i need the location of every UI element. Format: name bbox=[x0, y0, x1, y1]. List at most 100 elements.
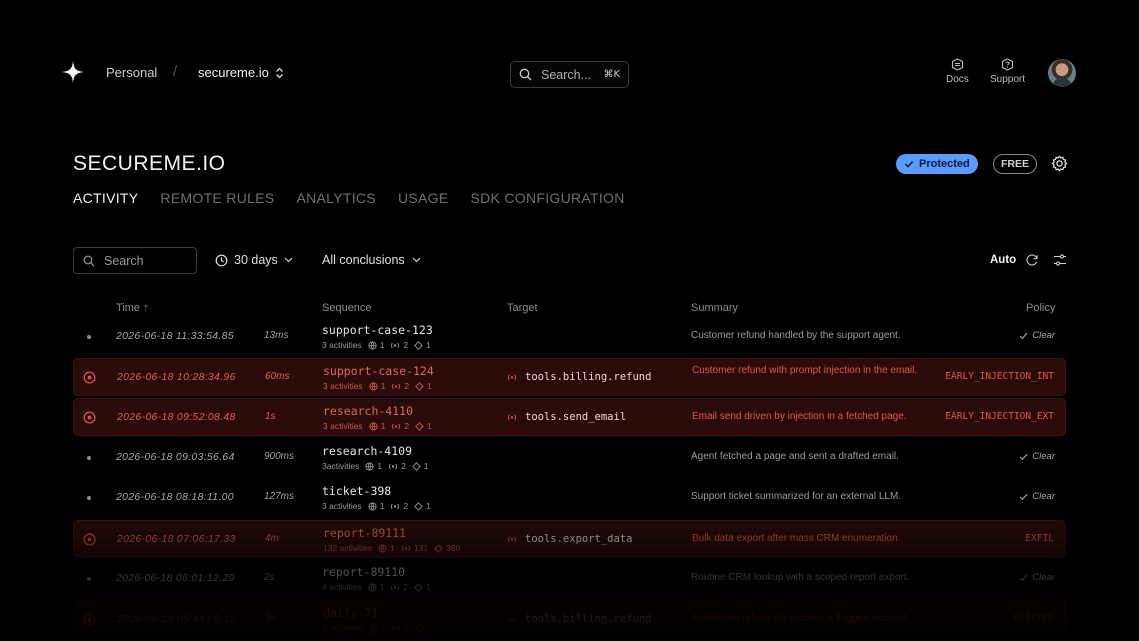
row-meta-globe: 1 bbox=[365, 461, 382, 471]
row-summary: Support ticket summarized for an externa… bbox=[691, 491, 902, 502]
row-meta-signal-count: 2 bbox=[404, 421, 410, 431]
tab-usage[interactable]: USAGE bbox=[398, 190, 449, 206]
sliders-icon[interactable] bbox=[1053, 253, 1067, 267]
activity-search-input[interactable]: Search bbox=[73, 247, 197, 274]
row-sequence[interactable]: report-89111 bbox=[323, 526, 406, 540]
refresh-icon bbox=[1026, 254, 1038, 266]
row-policy-label: Clear bbox=[1032, 572, 1055, 583]
column-policy: Policy bbox=[1026, 302, 1056, 314]
row-time: 2026-06-18 08:18:11.00 bbox=[116, 491, 234, 503]
row-sequence[interactable]: support-case-124 bbox=[323, 364, 434, 378]
table-row[interactable]: 2026-06-18 07:06:17.33 4m report-89111 132 … bbox=[73, 520, 1066, 558]
table-row[interactable]: 2026-06-18 09:52:08.48 1s research-4110 3 a… bbox=[73, 398, 1066, 436]
alert-circle-icon bbox=[83, 613, 96, 626]
chevron-down-icon bbox=[412, 257, 421, 263]
row-time: 2026-06-18 09:52:08.48 bbox=[117, 411, 236, 423]
row-summary: Scheduled refund job touched a flagged a… bbox=[692, 613, 910, 624]
row-target-label: tools.billing.refund bbox=[525, 613, 652, 625]
row-sequence[interactable]: report-89110 bbox=[322, 565, 405, 579]
project-tabs: ACTIVITY REMOTE RULES ANALYTICS USAGE SD… bbox=[73, 190, 647, 206]
row-meta: 3 activities 1 2 1 bbox=[322, 340, 431, 350]
tab-sdk-configuration[interactable]: SDK CONFIGURATION bbox=[470, 190, 624, 206]
row-duration: 60ms bbox=[265, 371, 290, 382]
row-meta-signal-count: 131 bbox=[413, 543, 429, 553]
table-row[interactable]: 2026-06-18 09:03:56.64 900ms research-4109… bbox=[73, 439, 1066, 477]
conclusions-dropdown[interactable]: All conclusions bbox=[322, 253, 421, 267]
table-row[interactable]: 2026-06-18 06:01:12.29 2s report-89110 4 ac… bbox=[73, 560, 1066, 598]
row-meta-signal: 2 bbox=[391, 381, 409, 391]
row-time: 2026-06-18 10:28:34.96 bbox=[117, 371, 236, 383]
tab-analytics[interactable]: ANALYTICS bbox=[296, 190, 375, 206]
check-icon bbox=[904, 160, 914, 168]
auto-refresh-toggle[interactable]: Auto bbox=[990, 253, 1039, 267]
row-meta-signal-count: 2 bbox=[403, 501, 409, 511]
alert-circle-icon bbox=[83, 411, 96, 424]
row-meta-diamond: 1 bbox=[414, 582, 431, 592]
row-summary: Agent fetched a page and sent a drafted … bbox=[691, 451, 899, 462]
globe-icon bbox=[378, 543, 387, 553]
project-switcher[interactable]: secureme.io bbox=[198, 65, 284, 80]
column-time[interactable]: Time ↑ bbox=[116, 302, 149, 314]
table-row[interactable]: 2026-06-18 10:28:34.96 60ms support-case-1… bbox=[73, 358, 1066, 396]
status-dot bbox=[87, 335, 91, 339]
row-meta-diamond-count: 1 bbox=[427, 623, 432, 633]
row-meta-globe: 1 bbox=[369, 421, 385, 431]
status-dot bbox=[87, 496, 91, 500]
clock-icon bbox=[215, 254, 228, 266]
row-sequence[interactable]: ticket-398 bbox=[322, 484, 391, 498]
row-activities: 3 activities bbox=[323, 381, 363, 391]
row-target: tools.billing.refund bbox=[507, 371, 651, 383]
row-sequence[interactable]: daily-71 bbox=[323, 606, 378, 620]
table-row[interactable]: 2026-06-18 11:33:54.85 13ms support-case-1… bbox=[73, 318, 1066, 356]
project-switcher-label: secureme.io bbox=[198, 65, 269, 80]
breadcrumb-workspace[interactable]: Personal bbox=[106, 65, 157, 80]
row-activities: 132 activities bbox=[323, 543, 373, 553]
row-duration: 13ms bbox=[264, 330, 289, 341]
table-header: Time ↑ Sequence Target Summary Policy bbox=[0, 302, 1139, 316]
row-meta-globe-count: 1 bbox=[380, 623, 386, 633]
row-target: tools.export_data bbox=[507, 533, 632, 545]
row-sequence[interactable]: research-4109 bbox=[322, 444, 412, 458]
user-avatar[interactable] bbox=[1048, 59, 1076, 87]
help-icon bbox=[1001, 58, 1014, 71]
row-meta-globe: 1 bbox=[368, 340, 384, 350]
table-row[interactable]: 2026-06-18 08:18:11.00 127ms ticket-398 3 a… bbox=[73, 479, 1066, 517]
sparkle-logo-icon[interactable] bbox=[62, 61, 84, 83]
check-icon bbox=[1019, 493, 1028, 500]
protected-status-badge: Protected bbox=[896, 154, 978, 174]
row-meta-signal-count: 2 bbox=[403, 582, 409, 592]
row-meta-globe-count: 1 bbox=[379, 582, 385, 592]
row-sequence[interactable]: support-case-123 bbox=[322, 323, 433, 337]
globe-icon bbox=[369, 381, 378, 391]
signal-icon bbox=[390, 583, 400, 592]
row-sequence[interactable]: research-4110 bbox=[323, 404, 413, 418]
row-activities: 5 activities bbox=[323, 623, 363, 633]
tab-remote-rules[interactable]: REMOTE RULES bbox=[160, 190, 274, 206]
tab-activity[interactable]: ACTIVITY bbox=[73, 190, 138, 206]
gear-icon[interactable] bbox=[1051, 155, 1068, 172]
signal-icon bbox=[391, 382, 401, 391]
row-activities: 3activities bbox=[322, 461, 360, 471]
row-meta-signal-count: 2 bbox=[404, 623, 410, 633]
global-search-input[interactable]: Search... ⌘K bbox=[510, 61, 629, 88]
support-label: Support bbox=[990, 74, 1026, 85]
diamond-icon bbox=[414, 340, 423, 350]
table-row[interactable]: 2026-06-18 05:44:09.12 3s daily-71 5 activi… bbox=[73, 600, 1066, 638]
signal-icon bbox=[507, 413, 517, 422]
time-range-label: 30 days bbox=[234, 253, 278, 267]
docs-link[interactable]: Docs bbox=[946, 58, 969, 85]
row-meta-globe: 1 bbox=[378, 543, 395, 553]
row-target-label: tools.billing.refund bbox=[525, 371, 652, 383]
row-meta-signal: 2 bbox=[390, 501, 408, 511]
row-meta-globe-count: 1 bbox=[377, 461, 383, 471]
signal-icon bbox=[388, 462, 398, 471]
time-range-dropdown[interactable]: 30 days bbox=[215, 253, 293, 267]
docs-label: Docs bbox=[946, 74, 969, 85]
support-link[interactable]: Support bbox=[990, 58, 1025, 85]
row-meta-globe: 1 bbox=[369, 381, 385, 391]
status-dot bbox=[87, 456, 91, 460]
row-meta-signal: 2 bbox=[391, 623, 409, 633]
diamond-icon bbox=[415, 381, 424, 391]
conclusions-label: All conclusions bbox=[322, 253, 405, 267]
diamond-icon bbox=[411, 461, 421, 471]
